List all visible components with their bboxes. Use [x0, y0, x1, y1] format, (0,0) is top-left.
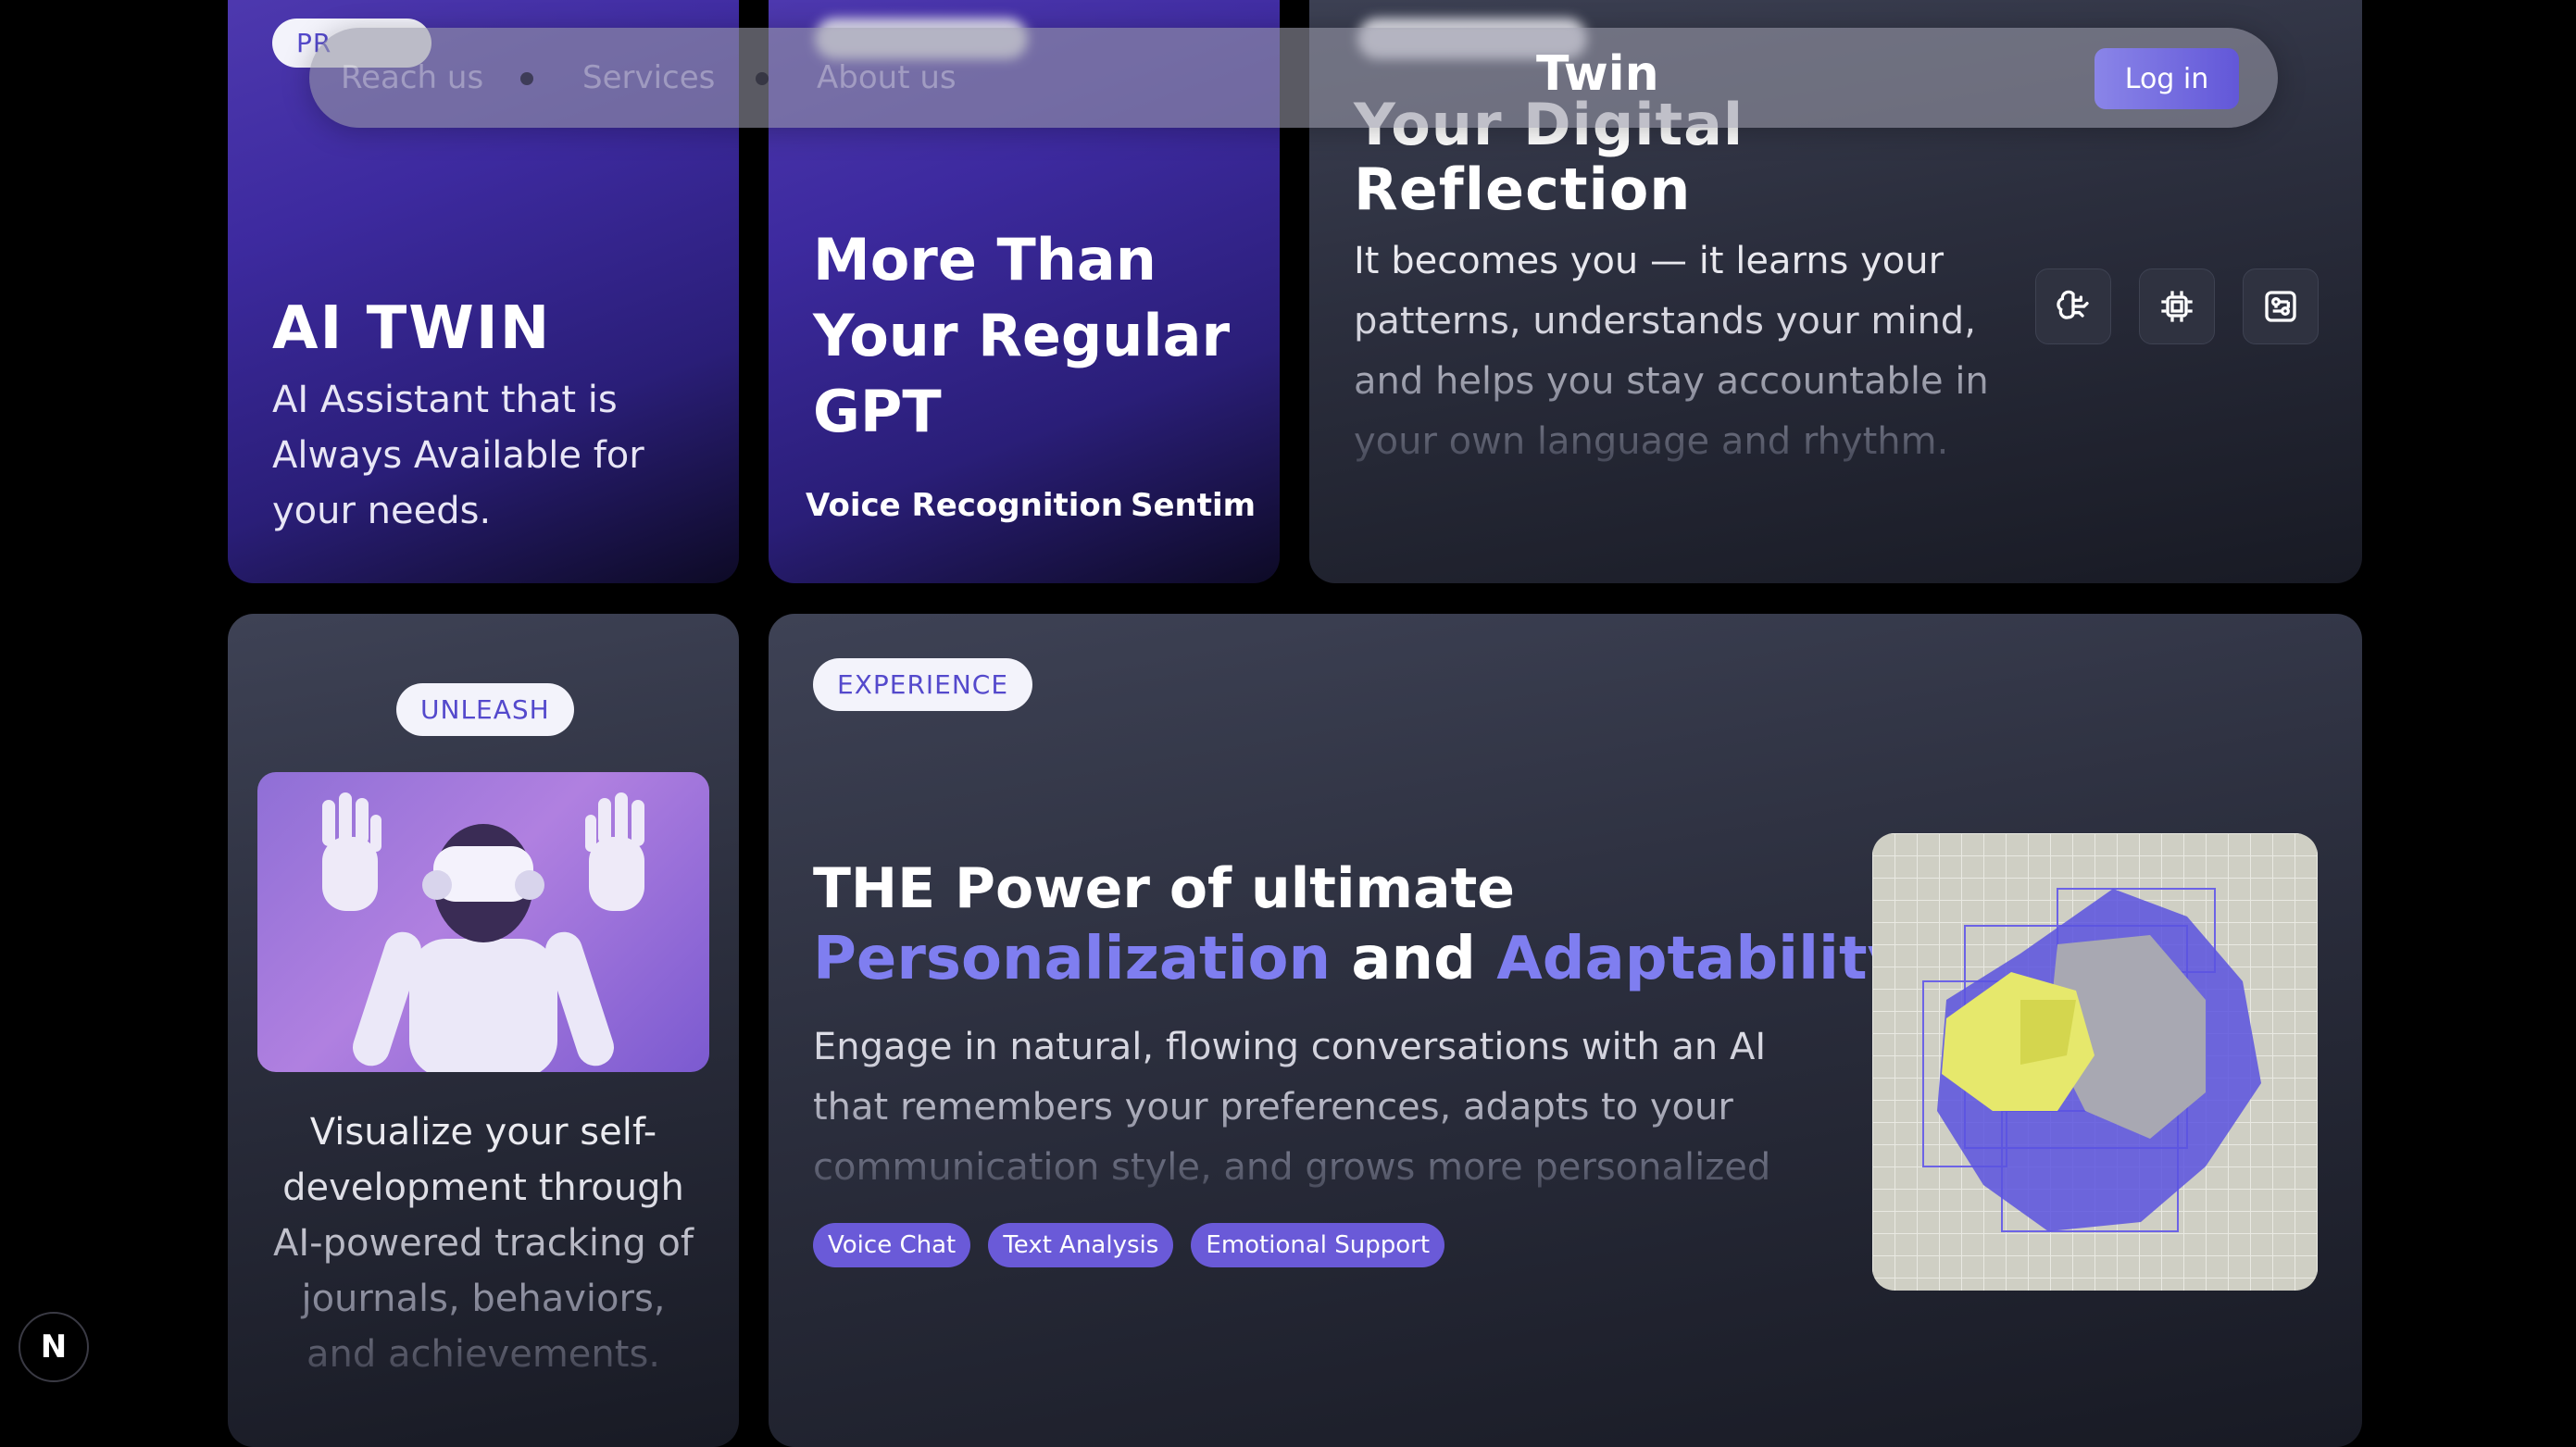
card-description: Visualize your self-development through …: [265, 1104, 702, 1382]
card-title: AI TWIN: [272, 294, 552, 363]
cpu-chip-icon: [2161, 291, 2193, 322]
card-badge: EXPERIENCE: [813, 658, 1033, 711]
card-unleash: UNLEASH Visualize your self-development …: [228, 614, 739, 1447]
nav-link-services[interactable]: Services: [582, 59, 715, 96]
brand-logo[interactable]: Twin: [1536, 46, 1659, 102]
voxel-sculpture-image: [1872, 833, 2318, 1291]
heading-accent-word: Personalization: [813, 925, 1332, 993]
heading-accent-word: Adaptability: [1496, 925, 1907, 993]
top-navbar: Reach us Services About us Twin Log in: [309, 28, 2278, 128]
nav-separator: [520, 72, 533, 85]
experience-description: Engage in natural, flowing conversations…: [813, 1017, 1813, 1203]
feature-marquee: Voice Recognition Sentim: [769, 487, 1280, 533]
feature-tags: Voice Chat Text Analysis Emotional Suppo…: [813, 1223, 1457, 1267]
heading-connector: and: [1351, 925, 1476, 993]
brain-icon: [2057, 290, 2089, 319]
card-title: More Than Your Regular GPT: [813, 226, 1231, 445]
tag-voice-chat[interactable]: Voice Chat: [813, 1223, 971, 1267]
card-experience: EXPERIENCE THE Power of ultimate Persona…: [769, 614, 2362, 1447]
circuit-board-icon: [2265, 291, 2296, 322]
marquee-item: Voice Recognition: [806, 487, 1123, 524]
vr-user-image: [257, 772, 709, 1072]
login-button[interactable]: Log in: [2095, 48, 2239, 109]
nav-separator: [756, 72, 769, 85]
brain-icon-button[interactable]: [2035, 268, 2111, 344]
cpu-chip-icon-button[interactable]: [2139, 268, 2215, 344]
dev-indicator-button[interactable]: N: [19, 1312, 89, 1382]
experience-heading-line2: Personalization and Adaptability: [813, 925, 1906, 993]
tag-text-analysis[interactable]: Text Analysis: [988, 1223, 1174, 1267]
card-description: AI Assistant that is Always Available fo…: [272, 379, 644, 532]
nav-link-reach-us[interactable]: Reach us: [341, 59, 483, 96]
card-badge: UNLEASH: [396, 683, 574, 736]
marquee-item: Sentim: [1131, 487, 1257, 524]
card-description: It becomes you — it learns your patterns…: [1354, 231, 2002, 470]
nav-link-about-us[interactable]: About us: [817, 59, 957, 96]
tag-emotional-support[interactable]: Emotional Support: [1191, 1223, 1445, 1267]
dev-indicator-icon: N: [40, 1328, 68, 1366]
circuit-board-icon-button[interactable]: [2243, 268, 2319, 344]
experience-heading-line1: THE Power of ultimate: [813, 856, 1515, 921]
card-title-line2: Reflection: [1354, 156, 1692, 223]
